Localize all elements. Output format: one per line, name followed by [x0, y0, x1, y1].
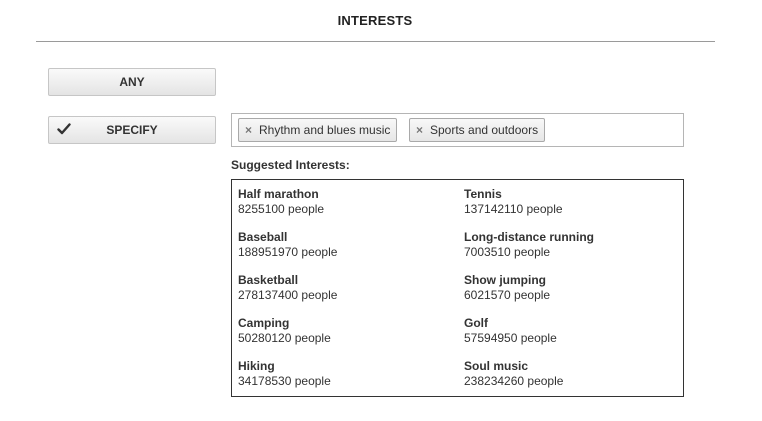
- suggestion-item[interactable]: Golf 57594950 people: [464, 316, 674, 346]
- suggested-interests-list: Half marathon 8255100 people Tennis 1371…: [231, 179, 684, 397]
- suggestion-count: 6021570 people: [464, 288, 551, 302]
- suggestion-count: 238234260 people: [464, 374, 564, 388]
- suggested-interests-label: Suggested Interests:: [231, 158, 350, 172]
- remove-x-icon[interactable]: ×: [416, 119, 423, 141]
- specify-button[interactable]: SPECIFY: [48, 116, 216, 144]
- divider: [36, 41, 715, 42]
- suggestion-name[interactable]: Show jumping: [464, 273, 674, 288]
- interest-tag: × Rhythm and blues music: [238, 118, 398, 142]
- suggestion-item[interactable]: Hiking 34178530 people: [238, 359, 448, 389]
- suggestion-name[interactable]: Baseball: [238, 230, 448, 245]
- suggestion-count: 278137400 people: [238, 288, 338, 302]
- suggestion-count: 50280120 people: [238, 331, 331, 345]
- interest-tag-label: Sports and outdoors: [430, 123, 539, 137]
- page-title: INTERESTS: [337, 13, 413, 28]
- suggestion-count: 188951970 people: [238, 245, 338, 259]
- suggestion-item[interactable]: Half marathon 8255100 people: [238, 187, 448, 217]
- suggestion-name[interactable]: Half marathon: [238, 187, 448, 202]
- suggestion-item[interactable]: Show jumping 6021570 people: [464, 273, 674, 303]
- suggestion-name[interactable]: Long-distance running: [464, 230, 674, 245]
- suggestion-name[interactable]: Golf: [464, 316, 674, 331]
- suggestion-count: 7003510 people: [464, 245, 551, 259]
- suggestion-count: 8255100 people: [238, 202, 325, 216]
- checkmark-icon: [57, 123, 71, 135]
- suggestion-count: 137142110 people: [464, 202, 563, 216]
- suggestion-item[interactable]: Soul music 238234260 people: [464, 359, 674, 389]
- suggestion-item[interactable]: Basketball 278137400 people: [238, 273, 448, 303]
- specify-button-label: SPECIFY: [106, 123, 158, 137]
- interest-tag-label: Rhythm and blues music: [259, 123, 391, 137]
- suggestion-name[interactable]: Tennis: [464, 187, 674, 202]
- suggestion-item[interactable]: Camping 50280120 people: [238, 316, 448, 346]
- remove-x-icon[interactable]: ×: [245, 119, 252, 141]
- suggestion-item[interactable]: Tennis 137142110 people: [464, 187, 674, 217]
- selected-interests-field[interactable]: × Rhythm and blues music × Sports and ou…: [231, 113, 684, 147]
- suggestion-name[interactable]: Basketball: [238, 273, 448, 288]
- suggestion-name[interactable]: Camping: [238, 316, 448, 331]
- any-button[interactable]: ANY: [48, 68, 216, 96]
- suggestion-count: 57594950 people: [464, 331, 557, 345]
- suggestion-count: 34178530 people: [238, 374, 331, 388]
- any-button-label: ANY: [119, 75, 145, 89]
- suggestion-item[interactable]: Baseball 188951970 people: [238, 230, 448, 260]
- interest-tag: × Sports and outdoors: [409, 118, 546, 142]
- suggestion-name[interactable]: Hiking: [238, 359, 448, 374]
- suggestion-name[interactable]: Soul music: [464, 359, 674, 374]
- suggestion-item[interactable]: Long-distance running 7003510 people: [464, 230, 674, 260]
